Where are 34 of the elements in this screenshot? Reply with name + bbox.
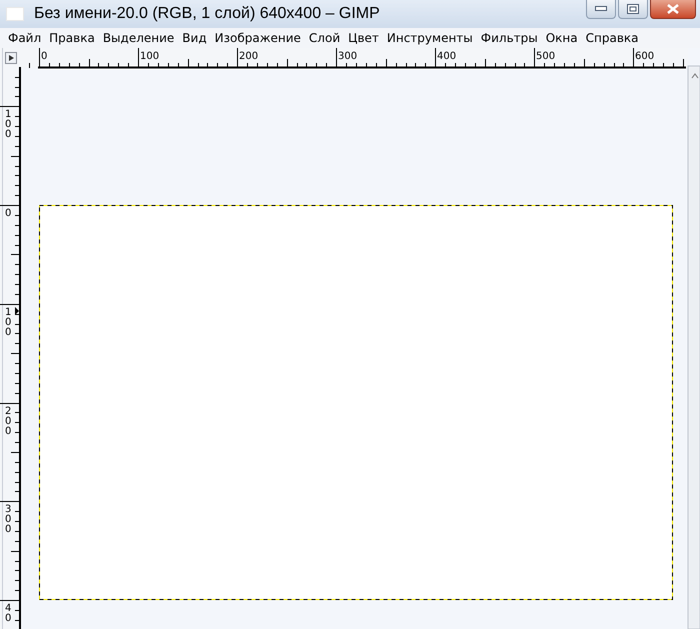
vertical-scrollbar[interactable]: [688, 66, 700, 629]
ruler-label: 400: [437, 51, 456, 62]
menu-item[interactable]: Выделение: [100, 31, 178, 45]
minimize-icon: [595, 6, 607, 12]
ruler-label: 300: [338, 51, 358, 62]
ruler-label: 0: [5, 208, 12, 219]
ruler-label: 100: [5, 109, 12, 140]
ruler-label: 100: [5, 307, 12, 338]
menu-item[interactable]: Файл: [5, 31, 44, 45]
ruler-label: 100: [140, 51, 160, 62]
ruler-label: 200: [5, 406, 12, 437]
minimize-button[interactable]: [586, 0, 616, 19]
menu-item[interactable]: Изображение: [212, 31, 304, 45]
menu-item[interactable]: Цвет: [345, 31, 382, 45]
maximize-button[interactable]: [618, 0, 648, 19]
menu-item[interactable]: Окна: [542, 31, 581, 45]
menu-item[interactable]: Слой: [306, 31, 344, 45]
ruler-label: 0: [41, 51, 48, 62]
menu-item[interactable]: Инструменты: [384, 31, 476, 45]
menu-item[interactable]: Вид: [179, 31, 210, 45]
menu-item[interactable]: Фильтры: [478, 31, 541, 45]
ruler-label: 200: [239, 51, 258, 62]
maximize-icon: [627, 4, 639, 14]
window-title: Без имени-20.0 (RGB, 1 слой) 640x400 – GIMP: [34, 5, 381, 23]
ruler-label: 600: [635, 51, 654, 62]
ruler-label: 500: [536, 51, 556, 62]
close-button[interactable]: [650, 0, 696, 19]
menu-item[interactable]: Справка: [582, 31, 642, 45]
navigate-button[interactable]: [5, 52, 17, 64]
ruler-label: 40: [5, 603, 12, 624]
app-icon: [6, 7, 24, 21]
close-icon: [667, 4, 679, 14]
menu-item[interactable]: Правка: [46, 31, 98, 45]
ruler-label: 300: [5, 504, 12, 535]
